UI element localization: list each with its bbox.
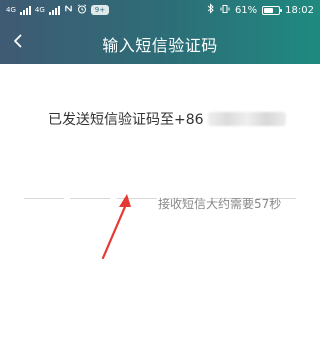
nfc-icon	[64, 4, 73, 16]
battery-level	[264, 7, 273, 13]
code-slot-3[interactable]	[116, 177, 157, 199]
status-bar: 4G 4G 9+ 61% 18:02	[0, 0, 320, 20]
battery-icon	[262, 5, 283, 15]
signal-icon-1	[19, 5, 31, 15]
sent-message-text: 已发送短信验证码至+86	[48, 112, 204, 128]
notification-badge: 9+	[90, 5, 110, 15]
sent-message: 已发送短信验证码至+86	[48, 109, 286, 129]
sms-wait-text: 接收短信大约需要57秒	[158, 197, 282, 211]
status-right: 61% 18:02	[207, 3, 314, 17]
battery-percent: 61%	[234, 4, 258, 16]
network-label-1: 4G	[6, 5, 16, 14]
code-slot-2[interactable]	[70, 177, 111, 199]
code-slot-1[interactable]	[24, 177, 64, 199]
signal-icon-2	[48, 5, 60, 15]
masked-phone-number	[207, 112, 286, 126]
network-label-2: 4G	[34, 5, 45, 14]
page-title: 输入短信验证码	[102, 36, 218, 55]
status-left: 4G 4G 9+	[6, 3, 110, 17]
clock: 18:02	[285, 4, 314, 16]
title-bar: 输入短信验证码	[0, 20, 320, 64]
verification-content: 已发送短信验证码至+86 接收短信大约需要57秒	[0, 64, 320, 344]
alarm-icon	[77, 3, 87, 17]
bluetooth-icon	[207, 3, 215, 17]
vibrate-icon	[220, 4, 230, 17]
